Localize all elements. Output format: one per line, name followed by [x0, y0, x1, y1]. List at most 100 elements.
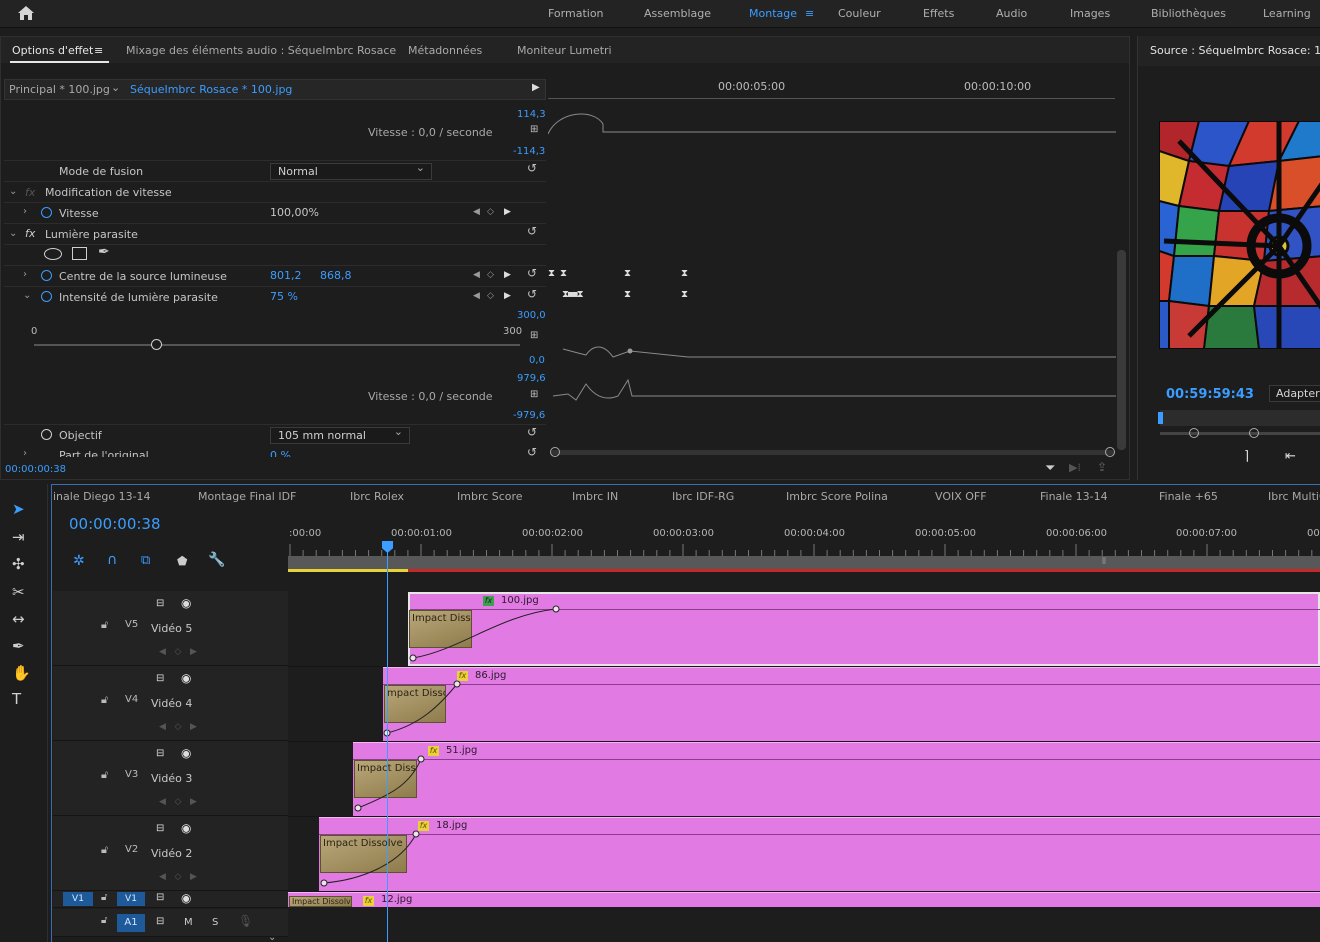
track-name[interactable]: Vidéo 5	[151, 622, 192, 635]
selection-tool-icon[interactable]: ➤	[12, 500, 25, 518]
zoom-handle-left[interactable]	[1189, 428, 1199, 438]
source-zoom-bar[interactable]	[1160, 432, 1320, 435]
tab-audio-mixer[interactable]: Mixage des éléments audio : SéqueImbrc R…	[126, 44, 396, 57]
track-select-tool-icon[interactable]: ⇥	[12, 528, 25, 546]
track-name[interactable]: Vidéo 4	[151, 697, 192, 710]
type-tool-icon[interactable]: T	[12, 690, 21, 708]
scroll-handle-right[interactable]	[1105, 447, 1115, 457]
speed-value[interactable]: 100,00%	[270, 206, 319, 219]
reset-icon[interactable]: ↺	[527, 425, 537, 439]
transition-block[interactable]: Impact Dissolv	[289, 896, 352, 907]
sync-lock-icon[interactable]: ⊟	[156, 892, 164, 903]
wrench-settings-icon[interactable]: 🔧	[208, 552, 225, 568]
sync-lock-icon[interactable]: ⊟	[156, 673, 164, 684]
lock-icon[interactable]: 🔓︎	[101, 892, 107, 903]
panel-menu-icon[interactable]: ≡	[94, 44, 103, 57]
sync-lock-icon[interactable]: ⊟	[156, 748, 164, 759]
lock-icon[interactable]: 🔓︎	[101, 618, 108, 632]
workspace-menu-icon[interactable]: ≡	[805, 7, 814, 20]
opacity-keyframe-curves[interactable]	[300, 595, 580, 895]
keyframe-marker[interactable]: ⧗	[624, 289, 631, 300]
lock-icon[interactable]: 🔓︎	[101, 693, 108, 707]
chevron-down-icon[interactable]: ⌄	[9, 186, 17, 197]
speed-graph-curve[interactable]	[548, 106, 1118, 156]
mark-out-icon[interactable]: ⌉	[1244, 449, 1249, 464]
flare-intensity-value[interactable]: 75 %	[270, 290, 298, 303]
prev-keyframe-icon[interactable]: ◀ ◇ ▶	[159, 647, 197, 657]
fx-icon[interactable]: fx	[25, 227, 35, 240]
eye-icon[interactable]: ◉	[181, 821, 191, 835]
lens-type-dropdown[interactable]: 105 mm normal	[270, 425, 410, 444]
sequence-tab[interactable]: inale Diego 13-14	[53, 490, 151, 503]
nest-toggle-icon[interactable]: ✲	[73, 553, 85, 569]
tab-lumetri-monitor[interactable]: Moniteur Lumetri	[517, 44, 612, 57]
flare-center-x[interactable]: 801,2	[270, 269, 302, 282]
track-header-v1[interactable]: V1 🔓︎ V1 ⊟ ◉	[53, 891, 288, 908]
eye-icon[interactable]: ◉	[181, 746, 191, 760]
stopwatch-icon[interactable]	[41, 270, 52, 281]
sequence-tab[interactable]: Ibrc MultiC	[1268, 490, 1320, 503]
playhead-line[interactable]	[387, 552, 388, 942]
source-timecode[interactable]: 00:59:59:43	[1166, 387, 1254, 402]
stopwatch-icon[interactable]	[41, 291, 52, 302]
speed-graph-curve[interactable]	[548, 372, 1118, 412]
prev-keyframe-icon[interactable]: ◀	[473, 270, 480, 280]
reset-icon[interactable]: ↺	[527, 287, 537, 301]
lens-flare-section-label[interactable]: Lumière parasite	[45, 228, 138, 241]
audio-track-id[interactable]: A1	[117, 914, 145, 932]
chevron-down-icon[interactable]: ⌄	[9, 228, 17, 239]
mute-button[interactable]: M	[184, 917, 193, 928]
add-marker-icon[interactable]: ⬟	[177, 554, 187, 568]
bezier-icon[interactable]: ⊞	[530, 124, 538, 135]
keyframe-marker[interactable]: ⧗	[681, 289, 688, 300]
eye-icon[interactable]: ◉	[181, 671, 191, 685]
workspace-tab-bibliotheques[interactable]: Bibliothèques	[1151, 7, 1226, 20]
pen-tool-icon[interactable]: ✒	[12, 637, 25, 655]
microphone-icon[interactable]: 🎙︎	[238, 914, 253, 928]
fx-badge-icon[interactable]: fx	[363, 896, 374, 906]
track-header-v2[interactable]: 🔓︎ V2 ⊟ ◉ Vidéo 2 ◀ ◇ ▶	[53, 816, 288, 891]
add-keyframe-icon[interactable]: ◇	[487, 291, 494, 301]
export-icon[interactable]: ⇪	[1097, 460, 1107, 474]
track-header-v5[interactable]: 🔓︎ V5 ⊟ ◉ Vidéo 5 ◀ ◇ ▶	[53, 591, 288, 666]
workspace-tab-couleur[interactable]: Couleur	[838, 7, 881, 20]
sequence-tab[interactable]: Finale +65	[1159, 490, 1218, 503]
play-only-icon[interactable]: ▶	[532, 82, 540, 93]
reset-icon[interactable]: ↺	[527, 266, 537, 280]
prev-keyframe-icon[interactable]: ◀	[473, 207, 480, 217]
track-name[interactable]: Vidéo 3	[151, 772, 192, 785]
prev-keyframe-icon[interactable]: ◀ ◇ ▶	[159, 797, 197, 807]
next-keyframe-icon[interactable]: ▶	[504, 207, 511, 217]
snap-magnet-icon[interactable]: ∩	[107, 552, 117, 568]
intensity-slider-track[interactable]	[34, 344, 520, 346]
ellipse-mask-icon[interactable]	[44, 248, 62, 260]
chevron-down-icon[interactable]: ⌄	[111, 81, 120, 94]
sequence-clip-label[interactable]: SéqueImbrc Rosace * 100.jpg	[130, 83, 292, 96]
workspace-tab-assemblage[interactable]: Assemblage	[644, 7, 711, 20]
flare-center-y[interactable]: 868,8	[320, 269, 352, 282]
blend-original-value[interactable]: 0 %	[270, 449, 291, 457]
track-id[interactable]: V1	[117, 892, 145, 906]
tab-metadata[interactable]: Métadonnées	[408, 44, 482, 57]
track-header-v3[interactable]: 🔓︎ V3 ⊟ ◉ Vidéo 3 ◀ ◇ ▶	[53, 741, 288, 816]
blend-mode-dropdown[interactable]: Normal	[270, 161, 432, 180]
bezier-icon[interactable]: ⊞	[530, 389, 538, 400]
effect-current-time[interactable]: 00:00:00:38	[5, 464, 66, 475]
solo-button[interactable]: S	[212, 917, 218, 928]
sequence-tab[interactable]: Montage Final IDF	[198, 490, 296, 503]
hand-tool-icon[interactable]: ✋	[12, 664, 31, 682]
stopwatch-icon[interactable]	[41, 207, 52, 218]
work-area-grip-icon[interactable]: ⦀	[1102, 557, 1106, 567]
timeline-timecode[interactable]: 00:00:00:38	[69, 515, 161, 533]
keyframe-marker[interactable]: ⧗▪▪⧗	[562, 289, 584, 300]
go-to-in-icon[interactable]: ⇤	[1285, 449, 1296, 464]
add-keyframe-icon[interactable]: ◇	[487, 207, 494, 217]
chevron-right-icon[interactable]: ›	[23, 206, 27, 217]
next-keyframe-icon[interactable]: ▶	[504, 270, 511, 280]
sync-lock-icon[interactable]: ⊟	[156, 598, 164, 609]
pen-mask-icon[interactable]: ✒	[98, 244, 110, 260]
source-monitor-title[interactable]: Source : SéqueImbrc Rosace: 100.jpg	[1150, 44, 1320, 57]
razor-tool-icon[interactable]: ✂	[12, 583, 25, 601]
rectangle-mask-icon[interactable]	[72, 247, 87, 260]
sequence-tab[interactable]: Imbrc Score	[457, 490, 523, 503]
